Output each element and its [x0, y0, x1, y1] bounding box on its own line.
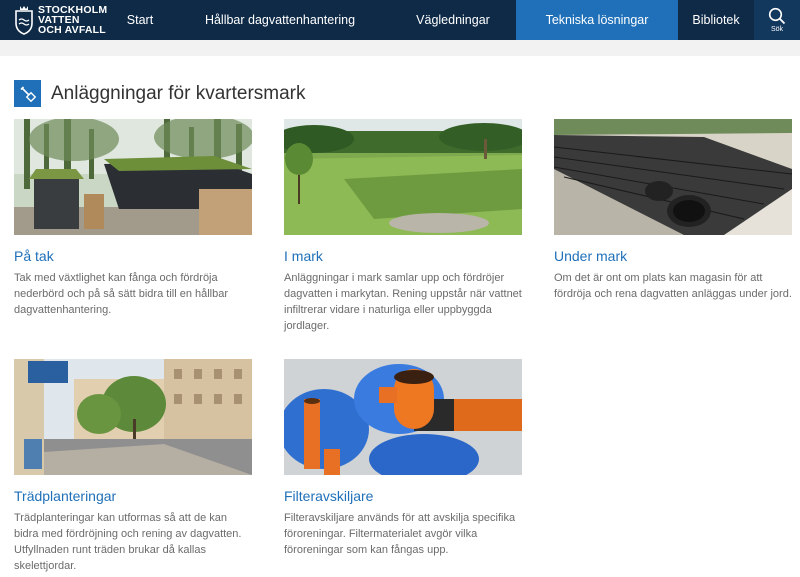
page-title: Anläggningar för kvartersmark — [51, 82, 306, 104]
nav-hallbar-dagvattenhantering[interactable]: Hållbar dagvattenhantering — [170, 0, 390, 40]
logo-line: OCH AVFALL — [38, 24, 106, 36]
underground-pipes-photo[interactable] — [554, 119, 792, 235]
filter-separator-photo[interactable] — [284, 359, 522, 475]
search-label: Sök — [770, 26, 784, 33]
nav-vagledningar[interactable]: Vägledningar — [390, 0, 516, 40]
search-button[interactable]: Sök — [754, 0, 800, 40]
sub-bar — [0, 40, 800, 56]
card-description: Om det är ont om plats kan magasin för a… — [554, 272, 792, 300]
card-pa-tak: På tak Tak med växtlighet kan fånga och … — [14, 119, 252, 318]
card-title[interactable]: Filteravskiljare — [284, 488, 522, 504]
grass-swale-photo[interactable] — [284, 119, 522, 235]
crest-icon — [15, 6, 33, 35]
nav-bibliotek[interactable]: Bibliotek — [678, 0, 754, 40]
nav-tekniska-losningar[interactable]: Tekniska lösningar — [516, 0, 678, 49]
card-i-mark: I mark Anläggningar i mark samlar upp oc… — [284, 119, 522, 334]
top-navigation: STOCKHOLM VATTEN OCH AVFALL Start Hållba… — [0, 0, 800, 49]
card-title[interactable]: Under mark — [554, 248, 792, 264]
nav-label: Tekniska lösningar — [545, 13, 649, 27]
page-heading: Anläggningar för kvartersmark — [14, 80, 306, 107]
green-roof-photo[interactable] — [14, 119, 252, 235]
nav-start[interactable]: Start — [110, 0, 170, 40]
card-under-mark: Under mark Om det är ont om plats kan ma… — [554, 119, 792, 302]
street-trees-photo[interactable] — [14, 359, 252, 475]
card-description: Tak med växtlighet kan fånga och fördröj… — [14, 272, 229, 316]
card-description: Filteravskiljare används för att avskilj… — [284, 512, 516, 556]
card-description: Trädplanteringar kan utformas så att de … — [14, 512, 242, 572]
site-logo[interactable]: STOCKHOLM VATTEN OCH AVFALL — [0, 0, 110, 40]
card-title[interactable]: I mark — [284, 248, 522, 264]
card-description: Anläggningar i mark samlar upp och fördr… — [284, 272, 522, 332]
card-tradplanteringar: Trädplanteringar Trädplanteringar kan ut… — [14, 359, 252, 574]
shovel-icon — [14, 80, 41, 107]
search-icon — [768, 7, 786, 25]
logo-text: STOCKHOLM VATTEN OCH AVFALL — [38, 5, 107, 36]
card-title[interactable]: På tak — [14, 248, 252, 264]
card-filteravskiljare: Filteravskiljare Filteravskiljare använd… — [284, 359, 522, 558]
card-title[interactable]: Trädplanteringar — [14, 488, 252, 504]
